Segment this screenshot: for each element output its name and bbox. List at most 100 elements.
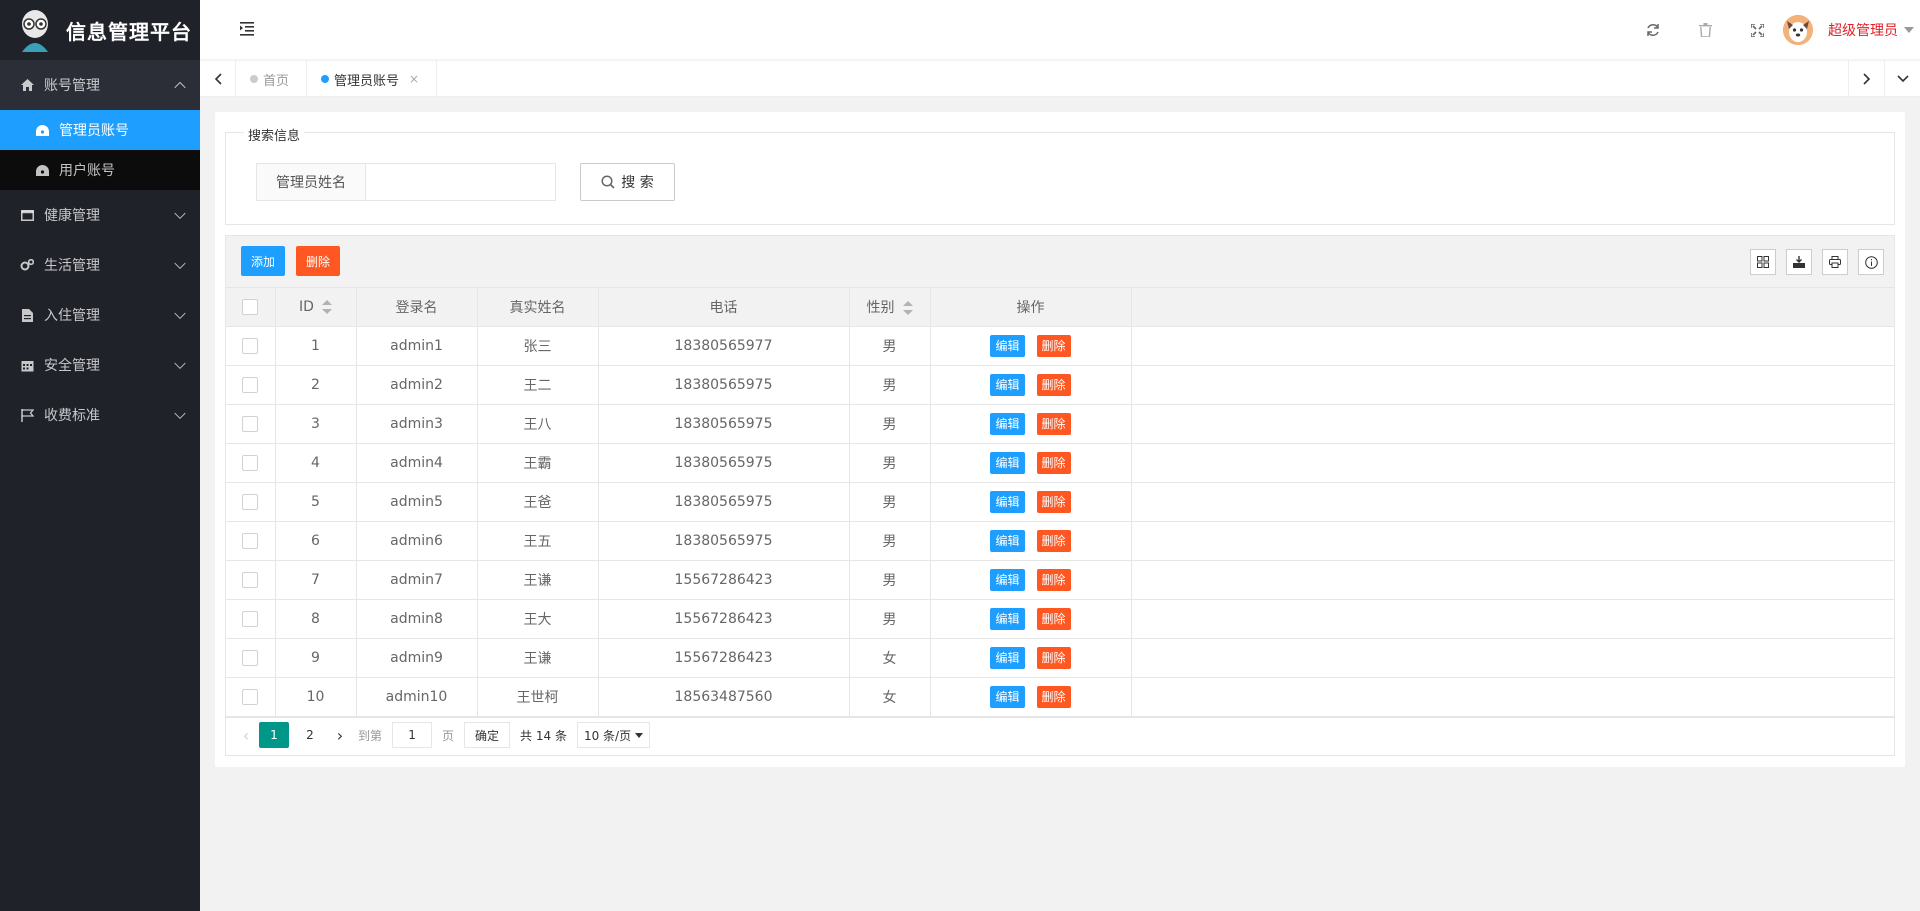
column-header-label: ID bbox=[299, 298, 314, 315]
sidebar-item-account[interactable]: 账号管理 bbox=[0, 60, 200, 110]
table-row: 9 admin9 王谦 15567286423 女编辑 删除 bbox=[226, 638, 1894, 678]
row-checkbox[interactable] bbox=[242, 532, 259, 549]
cell-login: admin1 bbox=[356, 326, 478, 366]
row-checkbox[interactable] bbox=[242, 649, 259, 666]
row-checkbox[interactable] bbox=[242, 454, 259, 471]
cell-login: admin6 bbox=[356, 521, 478, 561]
column-header-label: 电话 bbox=[709, 299, 738, 316]
menu-toggle-icon[interactable] bbox=[240, 22, 256, 36]
row-checkbox[interactable] bbox=[242, 688, 259, 705]
add-button[interactable]: 添加 bbox=[241, 246, 286, 276]
cell-login: admin9 bbox=[356, 638, 478, 678]
sort-icon[interactable] bbox=[902, 300, 913, 315]
avatar[interactable] bbox=[1783, 15, 1813, 45]
edit-button[interactable]: 编辑 bbox=[990, 373, 1025, 396]
tab-home[interactable]: 首页 bbox=[236, 61, 308, 97]
edit-button[interactable]: 编辑 bbox=[990, 490, 1025, 513]
delete-button[interactable]: 删除 bbox=[1036, 334, 1071, 357]
sidebar-item-label: 用户账号 bbox=[59, 163, 115, 179]
page-number-current[interactable]: 1 bbox=[259, 722, 289, 748]
sidebar-item-fees[interactable]: 收费标准 bbox=[0, 390, 200, 440]
delete-button[interactable]: 删除 bbox=[1036, 607, 1071, 630]
column-header-name: 真实姓名 bbox=[477, 288, 599, 327]
cell-id: 1 bbox=[275, 326, 357, 366]
table-row: 8 admin8 王大 15567286423 男编辑 删除 bbox=[226, 599, 1894, 639]
column-header-gender[interactable]: 性别 bbox=[849, 288, 931, 327]
goto-confirm-button[interactable]: 确定 bbox=[464, 722, 511, 748]
cell-actions: 编辑 删除 bbox=[930, 404, 1132, 444]
close-icon[interactable]: × bbox=[409, 72, 419, 86]
row-checkbox[interactable] bbox=[242, 610, 259, 627]
cell-actions: 编辑 删除 bbox=[930, 521, 1132, 561]
row-select-cell bbox=[226, 326, 276, 366]
file-icon bbox=[20, 308, 34, 322]
refresh-icon[interactable] bbox=[1627, 0, 1679, 60]
edit-button[interactable]: 编辑 bbox=[990, 646, 1025, 669]
delete-button[interactable]: 删除 bbox=[1036, 568, 1071, 591]
export-icon[interactable] bbox=[1786, 249, 1812, 275]
table-filler-cell bbox=[1131, 443, 1894, 483]
table-filler-cell bbox=[1131, 326, 1894, 366]
edit-button[interactable]: 编辑 bbox=[990, 685, 1025, 708]
edit-button[interactable]: 编辑 bbox=[990, 412, 1025, 435]
page-number[interactable]: 2 bbox=[295, 722, 325, 748]
delete-button[interactable]: 删除 bbox=[1036, 373, 1071, 396]
goto-page-input[interactable]: 1 bbox=[392, 722, 433, 748]
row-checkbox[interactable] bbox=[242, 415, 259, 432]
sidebar-item-checkin[interactable]: 入住管理 bbox=[0, 290, 200, 340]
row-checkbox[interactable] bbox=[242, 337, 259, 354]
info-icon[interactable] bbox=[1858, 249, 1884, 275]
table-toolbar: 添加 删除 bbox=[225, 235, 1895, 287]
tabs-dropdown-button[interactable] bbox=[1884, 61, 1920, 97]
sidebar: 信息管理平台 账号管理 管理员账号 用户账号 健康管理 生活管理 入住管理 安全… bbox=[0, 0, 200, 911]
cell-phone: 18380565975 bbox=[598, 443, 850, 483]
sidebar-item-admin-account[interactable]: 管理员账号 bbox=[0, 110, 200, 150]
delete-button[interactable]: 删除 bbox=[1036, 451, 1071, 474]
sidebar-item-life[interactable]: 生活管理 bbox=[0, 240, 200, 290]
row-select-cell bbox=[226, 521, 276, 561]
cell-actions: 编辑 删除 bbox=[930, 638, 1132, 678]
columns-icon[interactable] bbox=[1750, 249, 1776, 275]
column-header-id[interactable]: ID bbox=[275, 288, 357, 327]
delete-button[interactable]: 删除 bbox=[1036, 646, 1071, 669]
app-title: 信息管理平台 bbox=[66, 19, 192, 44]
table-filler-cell bbox=[1131, 599, 1894, 639]
tabs-prev-button[interactable] bbox=[200, 61, 236, 97]
delete-button[interactable]: 删除 bbox=[1036, 412, 1071, 435]
trash-icon[interactable] bbox=[1679, 0, 1731, 60]
select-all-checkbox[interactable] bbox=[242, 298, 259, 315]
delete-button[interactable]: 删除 bbox=[1036, 529, 1071, 552]
search-input[interactable] bbox=[366, 163, 556, 201]
cell-phone: 18380565977 bbox=[598, 326, 850, 366]
delete-button[interactable]: 删除 bbox=[1036, 490, 1071, 513]
sidebar-item-health[interactable]: 健康管理 bbox=[0, 190, 200, 240]
edit-button[interactable]: 编辑 bbox=[990, 568, 1025, 591]
prev-page-button[interactable]: ‹ bbox=[236, 726, 256, 745]
print-icon[interactable] bbox=[1822, 249, 1848, 275]
edit-button[interactable]: 编辑 bbox=[990, 334, 1025, 357]
chevron-down-icon bbox=[635, 732, 644, 738]
next-page-button[interactable]: › bbox=[328, 726, 352, 745]
sort-icon[interactable] bbox=[321, 299, 332, 314]
edit-button[interactable]: 编辑 bbox=[990, 529, 1025, 552]
page-size-select[interactable]: 10 条/页 bbox=[576, 722, 651, 748]
edit-button[interactable]: 编辑 bbox=[990, 451, 1025, 474]
sidebar-item-security[interactable]: 安全管理 bbox=[0, 340, 200, 390]
tab-admin-account[interactable]: 管理员账号 × bbox=[307, 61, 438, 97]
cell-login: admin8 bbox=[356, 599, 478, 639]
caret-down-icon[interactable] bbox=[1904, 27, 1914, 33]
row-checkbox[interactable] bbox=[242, 493, 259, 510]
search-button[interactable]: 搜 索 bbox=[580, 163, 675, 201]
batch-delete-button[interactable]: 删除 bbox=[296, 246, 341, 276]
delete-button[interactable]: 删除 bbox=[1036, 685, 1071, 708]
row-checkbox[interactable] bbox=[242, 571, 259, 588]
user-name[interactable]: 超级管理员 bbox=[1828, 20, 1898, 40]
row-checkbox[interactable] bbox=[242, 376, 259, 393]
sidebar-item-user-account[interactable]: 用户账号 bbox=[0, 150, 200, 190]
cell-phone: 18380565975 bbox=[598, 365, 850, 405]
fullscreen-icon[interactable] bbox=[1731, 0, 1783, 60]
select-all-cell bbox=[226, 288, 276, 327]
cell-login: admin2 bbox=[356, 365, 478, 405]
tabs-next-button[interactable] bbox=[1848, 61, 1884, 97]
edit-button[interactable]: 编辑 bbox=[990, 607, 1025, 630]
